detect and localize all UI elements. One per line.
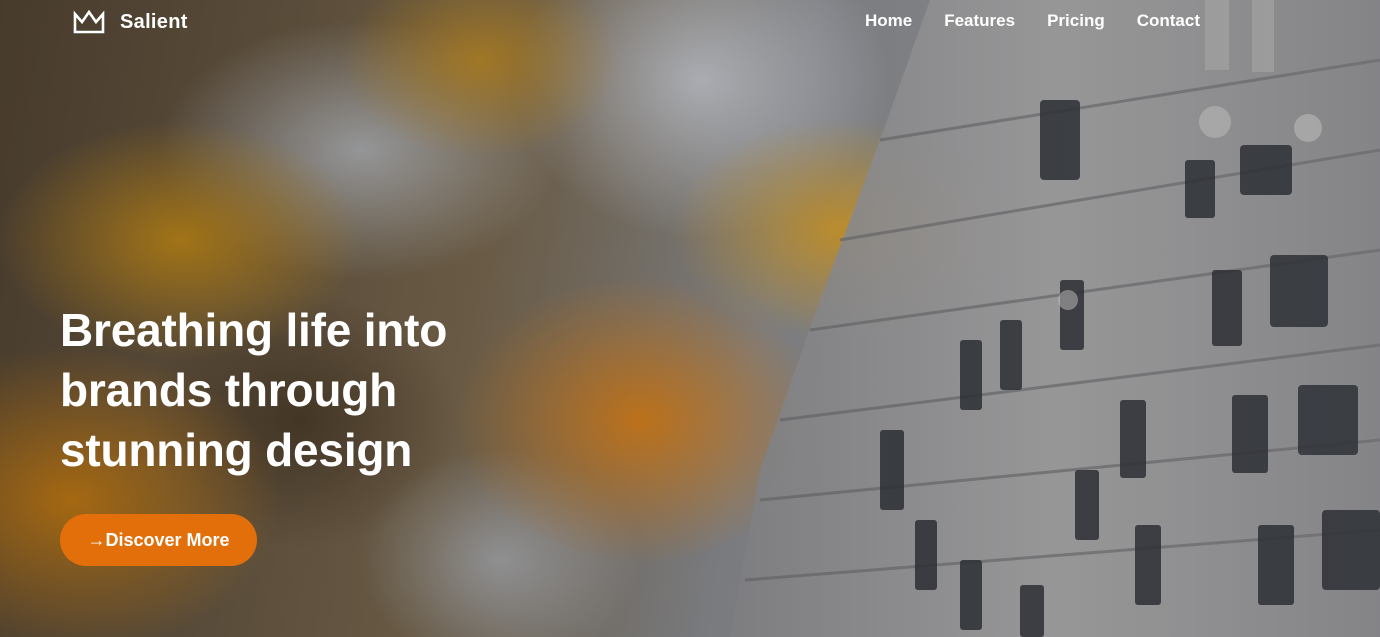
nav-link-pricing[interactable]: Pricing <box>1047 11 1105 31</box>
hero-headline: Breathing life into brands through stunn… <box>60 304 448 476</box>
nav-link-contact[interactable]: Contact <box>1137 11 1200 31</box>
top-navigation: Salient Home Features Pricing Contact <box>0 0 1380 44</box>
discover-more-button[interactable]: → Discover More <box>60 514 257 566</box>
discover-more-label: Discover More <box>105 529 230 550</box>
nav-link-home[interactable]: Home <box>865 11 912 31</box>
brand-name: Salient <box>120 10 188 33</box>
hero-section: Salient Home Features Pricing Contact Br… <box>0 0 1380 637</box>
main-menu: Home Features Pricing Contact <box>865 11 1200 31</box>
brand[interactable]: Salient <box>72 8 188 36</box>
crown-icon <box>73 9 105 34</box>
arrow-right-icon: → <box>87 529 106 550</box>
nav-link-features[interactable]: Features <box>944 11 1015 31</box>
